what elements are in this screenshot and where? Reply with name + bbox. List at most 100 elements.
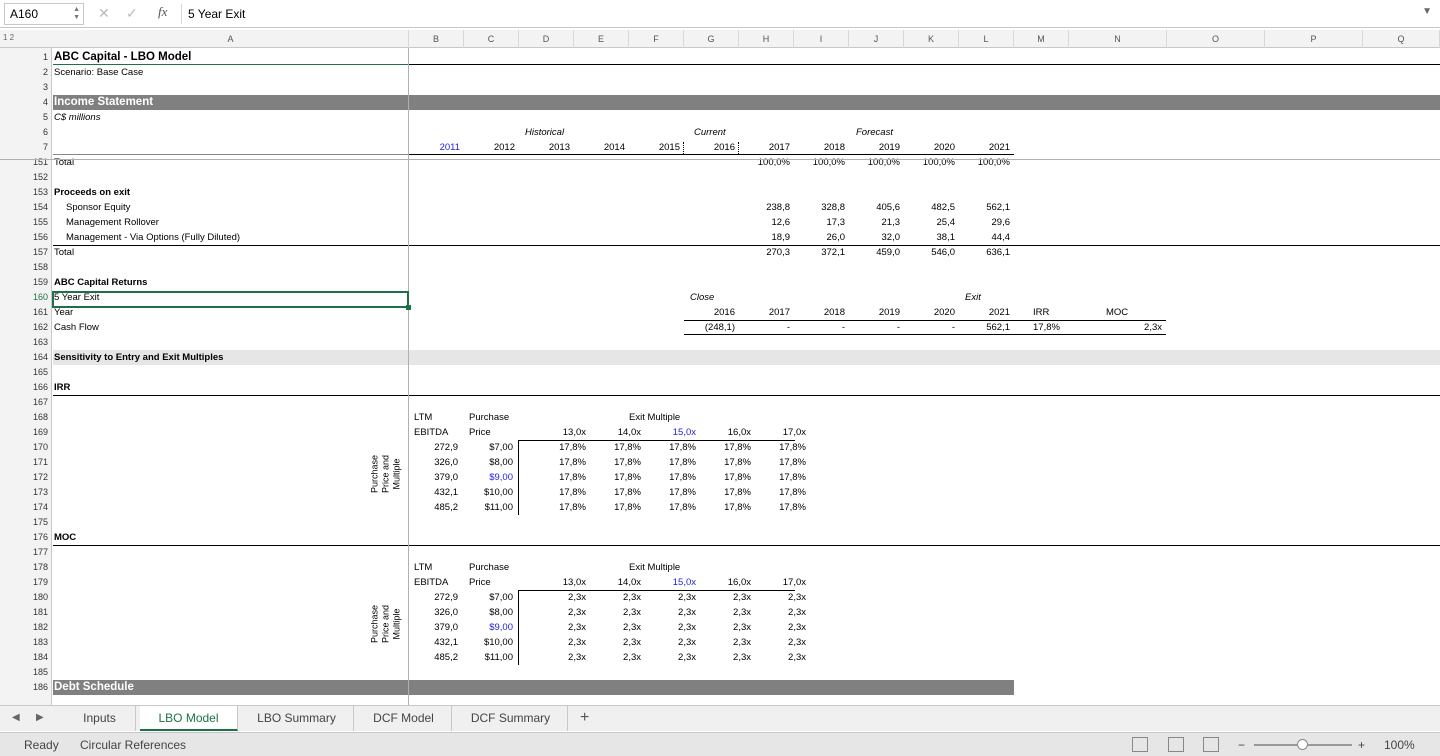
column-header-q[interactable]: Q <box>1363 30 1440 48</box>
row-number[interactable]: 156 <box>0 230 51 245</box>
moc-purchase-label: Purchase <box>469 562 510 573</box>
column-header-a[interactable]: A <box>53 30 409 48</box>
row-number[interactable]: 165 <box>0 365 51 380</box>
row-number[interactable]: 160 <box>0 290 51 305</box>
row-number[interactable]: 176 <box>0 530 51 545</box>
row-number[interactable]: 169 <box>0 425 51 440</box>
circular-references-link[interactable]: Circular References <box>80 738 186 752</box>
sheet-tab-lbo-summary[interactable]: LBO Summary <box>240 706 354 731</box>
moc-sensitivity-cell: 2,3x <box>788 652 806 663</box>
zoom-out-button[interactable]: − <box>1238 738 1245 752</box>
column-header-n[interactable]: N <box>1069 30 1167 48</box>
row-number[interactable]: 153 <box>0 185 51 200</box>
column-header-b[interactable]: B <box>409 30 464 48</box>
row-number[interactable]: 164 <box>0 350 51 365</box>
column-header-l[interactable]: L <box>959 30 1014 48</box>
row-number[interactable]: 161 <box>0 305 51 320</box>
column-header-d[interactable]: D <box>519 30 574 48</box>
row-number[interactable]: 174 <box>0 500 51 515</box>
column-header-h[interactable]: H <box>739 30 794 48</box>
returns-underline-2 <box>684 334 1166 335</box>
row-number[interactable]: 179 <box>0 575 51 590</box>
column-header-m[interactable]: M <box>1014 30 1069 48</box>
fill-handle[interactable] <box>406 305 411 310</box>
confirm-icon[interactable]: ✓ <box>126 5 138 22</box>
column-header-f[interactable]: F <box>629 30 684 48</box>
row-number[interactable]: 172 <box>0 470 51 485</box>
expand-formula-bar-icon[interactable]: ▼ <box>1422 6 1432 17</box>
row-number[interactable]: 163 <box>0 335 51 350</box>
previous-sheet-icon[interactable]: ◀ <box>12 712 20 723</box>
row-number[interactable]: 182 <box>0 620 51 635</box>
column-header-p[interactable]: P <box>1265 30 1363 48</box>
row-number[interactable]: 171 <box>0 455 51 470</box>
row-number[interactable]: 158 <box>0 260 51 275</box>
row-number[interactable]: 170 <box>0 440 51 455</box>
column-header-k[interactable]: K <box>904 30 959 48</box>
insert-function-icon[interactable]: fx <box>158 4 167 20</box>
name-box-stepper-icon[interactable]: ▲ ▼ <box>73 6 80 22</box>
moc-sensitivity-cell: 2,3x <box>678 637 696 648</box>
column-header-e[interactable]: E <box>574 30 629 48</box>
row-number[interactable]: 2 <box>0 65 51 80</box>
row-number[interactable]: 175 <box>0 515 51 530</box>
worksheet-grid[interactable]: 1 2 ABCDEFGHIJKLMNOPQ 1 ABC Capital - LBO… <box>0 30 1440 705</box>
row-number[interactable]: 5 <box>0 110 51 125</box>
sheet-tab-dcf-model[interactable]: DCF Model <box>356 706 452 731</box>
row-number[interactable]: 1 <box>0 50 51 65</box>
irr-sensitivity-cell: 17,8% <box>779 502 806 513</box>
row-number[interactable]: 178 <box>0 560 51 575</box>
row-155: 155 Management Rollover 12,6 17,3 21,3 25,4 29… <box>0 215 1440 230</box>
row-number[interactable]: 168 <box>0 410 51 425</box>
row-number[interactable]: 167 <box>0 395 51 410</box>
zoom-in-button[interactable]: + <box>1358 738 1365 752</box>
name-box[interactable]: A160 ▲ ▼ <box>4 3 84 25</box>
normal-view-icon[interactable] <box>1132 737 1148 752</box>
row-number[interactable]: 157 <box>0 245 51 260</box>
sheet-tab-inputs[interactable]: Inputs <box>64 706 136 731</box>
column-header-i[interactable]: I <box>794 30 849 48</box>
row-number[interactable]: 3 <box>0 80 51 95</box>
column-header-g[interactable]: G <box>684 30 739 48</box>
outline-level-buttons[interactable]: 1 2 <box>3 33 14 42</box>
row-number[interactable]: 152 <box>0 170 51 185</box>
row-number[interactable]: 166 <box>0 380 51 395</box>
row-number[interactable]: 155 <box>0 215 51 230</box>
moc-exit-multiple-header: 14,0x <box>617 577 641 588</box>
page-break-view-icon[interactable] <box>1203 737 1219 752</box>
row-number[interactable]: 162 <box>0 320 51 335</box>
irr-sensitivity-cell: 17,8% <box>779 472 806 483</box>
row7-line <box>53 154 409 155</box>
add-sheet-button[interactable]: + <box>580 709 589 727</box>
zoom-slider-thumb[interactable] <box>1297 739 1308 750</box>
row-number[interactable]: 159 <box>0 275 51 290</box>
row-number[interactable]: 186 <box>0 680 51 695</box>
cancel-icon[interactable]: ✕ <box>98 5 110 22</box>
row-number[interactable]: 4 <box>0 95 51 110</box>
next-sheet-icon[interactable]: ▶ <box>36 712 44 723</box>
row-number[interactable]: 181 <box>0 605 51 620</box>
row-number[interactable]: 177 <box>0 545 51 560</box>
proceeds-cell: 562,1 <box>986 202 1010 213</box>
selected-cell-a160[interactable] <box>52 291 411 310</box>
row-number[interactable]: 185 <box>0 665 51 680</box>
row-number[interactable]: 173 <box>0 485 51 500</box>
sheet-tab-lbo-model[interactable]: LBO Model <box>140 706 238 731</box>
zoom-level[interactable]: 100% <box>1384 738 1415 752</box>
row-number[interactable]: 183 <box>0 635 51 650</box>
row-number[interactable]: 184 <box>0 650 51 665</box>
row-179: 179 EBITDA Price 13,0x 14,0x 15,0x 16,0x 17,0x <box>0 575 1440 590</box>
row-number[interactable]: 6 <box>0 125 51 140</box>
column-header-o[interactable]: O <box>1167 30 1265 48</box>
row-number[interactable]: 151 <box>0 155 51 170</box>
row-157: 157 270,3 372,1 459,0 546,0 636,1 Total <box>0 245 1440 260</box>
column-header-c[interactable]: C <box>464 30 519 48</box>
sheet-tab-dcf-summary[interactable]: DCF Summary <box>454 706 568 731</box>
row-number[interactable]: 154 <box>0 200 51 215</box>
formula-input[interactable]: 5 Year Exit <box>181 4 1411 24</box>
column-header-j[interactable]: J <box>849 30 904 48</box>
page-layout-view-icon[interactable] <box>1168 737 1184 752</box>
row-number[interactable]: 7 <box>0 140 51 155</box>
row-184: 184 485,2 $11,00 2,3x 2,3x 2,3x 2,3x 2,3x <box>0 650 1440 665</box>
row-number[interactable]: 180 <box>0 590 51 605</box>
